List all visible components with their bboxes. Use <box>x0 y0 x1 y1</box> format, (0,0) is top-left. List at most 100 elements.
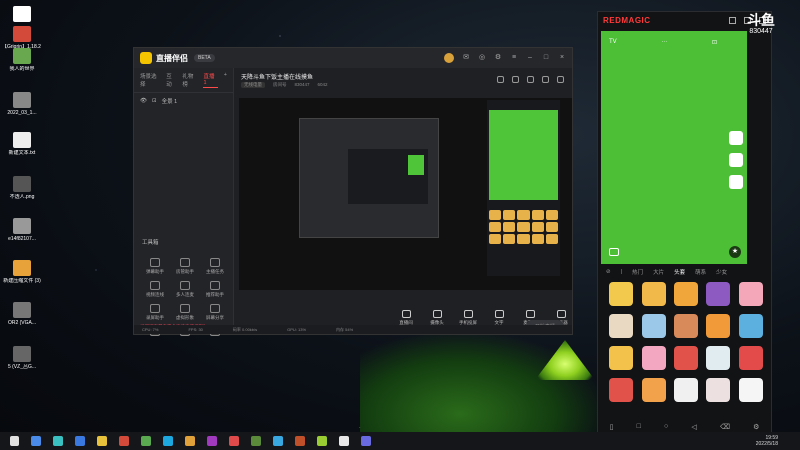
taskbar-app-icon[interactable] <box>361 436 371 446</box>
lock-icon[interactable]: ⊡ <box>152 98 157 104</box>
share-icon[interactable] <box>497 76 504 83</box>
desktop-icon[interactable]: 【Grigrin】1.18.2 整合... <box>2 26 42 50</box>
mail-icon[interactable]: ✉ <box>462 54 470 62</box>
avatar[interactable] <box>444 53 454 63</box>
taskbar-app-icon[interactable] <box>229 436 239 446</box>
timer-icon[interactable] <box>729 175 743 189</box>
settings-icon[interactable]: ⚙ <box>494 54 502 62</box>
taskbar-app-icon[interactable] <box>273 436 283 446</box>
gift-icon[interactable] <box>527 76 534 83</box>
phone-camera-screen[interactable]: TV ··· ⊡ ★ <box>601 31 747 264</box>
settings-icon[interactable]: ⚙ <box>753 423 759 431</box>
sticker-item[interactable] <box>641 378 666 402</box>
beauty-icon[interactable] <box>729 153 743 167</box>
desktop-icon[interactable] <box>2 6 42 24</box>
taskbar-app-icon[interactable] <box>53 436 63 446</box>
eye-icon[interactable]: 👁 <box>140 98 147 104</box>
tool-tasks[interactable]: 主播任务 <box>200 258 230 275</box>
sticker-item[interactable] <box>738 282 763 306</box>
tool-avatar[interactable]: 虚拟形象 <box>170 304 200 321</box>
category-girl[interactable]: 少女 <box>716 268 727 276</box>
gift-icon[interactable]: ◎ <box>478 54 486 62</box>
home-square-icon[interactable]: □ <box>637 423 641 431</box>
favorite-icon[interactable]: ★ <box>729 246 741 258</box>
taskbar-app-icon[interactable] <box>317 436 327 446</box>
home-icon[interactable]: ○ <box>664 423 668 431</box>
room-button[interactable]: 直播间 <box>395 310 417 326</box>
bell-icon[interactable] <box>542 76 549 83</box>
recent-apps-icon[interactable]: ▯ <box>610 423 614 431</box>
sticker-item[interactable] <box>673 346 698 370</box>
stream-preview[interactable] <box>239 98 572 290</box>
tool-multi-mic[interactable]: 多人连麦 <box>170 281 200 298</box>
tool-record[interactable]: 录屏助手 <box>140 304 170 321</box>
sticker-item[interactable] <box>706 378 731 402</box>
tool-screen-share[interactable]: 屏幕分享 <box>200 304 230 321</box>
category-cute[interactable]: 萌系 <box>695 268 706 276</box>
windows-start-icon[interactable] <box>10 436 19 446</box>
category-movie[interactable]: 大片 <box>653 268 664 276</box>
sticker-item[interactable] <box>706 282 731 306</box>
sticker-item[interactable] <box>641 282 666 306</box>
tab-scene-select[interactable]: 场景选择 <box>140 72 160 88</box>
desktop-icon[interactable]: 我人的世界 <box>2 48 42 72</box>
more-icon[interactable]: ··· <box>661 39 667 46</box>
back-icon[interactable]: ◁ <box>691 423 696 431</box>
phone-cast-button[interactable]: 手机投屏 <box>457 310 479 326</box>
menu-icon[interactable]: ≡ <box>510 54 518 62</box>
tv-icon[interactable]: TV <box>609 39 617 46</box>
camera-switch-icon[interactable] <box>609 248 619 256</box>
category-headwear[interactable]: 头套 <box>674 268 685 276</box>
sticker-item[interactable] <box>641 346 666 370</box>
live-title[interactable]: 天降斗鱼下饭主播在线摸鱼 <box>241 72 313 81</box>
tool-recommend[interactable]: 推荐助手 <box>200 281 230 298</box>
taskbar-app-icon[interactable] <box>185 436 195 446</box>
sticker-item[interactable] <box>673 314 698 338</box>
category-hot[interactable]: 热门 <box>632 268 643 276</box>
desktop-icon[interactable]: 新建文本.txt <box>2 132 42 156</box>
taskbar-app-icon[interactable] <box>119 436 129 446</box>
sticker-item[interactable] <box>738 314 763 338</box>
maximize-icon[interactable]: □ <box>542 54 550 62</box>
taskbar-app-icon[interactable] <box>31 436 41 446</box>
sticker-item[interactable] <box>738 378 763 402</box>
taskbar-app-icon[interactable] <box>141 436 151 446</box>
desktop-icon[interactable]: e14f82107... <box>2 218 42 242</box>
taskbar-app-icon[interactable] <box>339 436 349 446</box>
desktop-icon[interactable]: 新建压缩文件 (3) <box>2 260 42 284</box>
taskbar-app-icon[interactable] <box>163 436 173 446</box>
taskbar-app-icon[interactable] <box>97 436 107 446</box>
tab-gifts[interactable]: 礼物榜 <box>182 72 197 88</box>
tab-live-1[interactable]: 直播 1 <box>203 72 218 88</box>
taskbar-app-icon[interactable] <box>75 436 85 446</box>
sticker-item[interactable] <box>673 282 698 306</box>
pin-icon[interactable] <box>729 16 736 24</box>
sticker-item[interactable] <box>706 314 731 338</box>
sticker-item[interactable] <box>738 346 763 370</box>
tab-interact[interactable]: 互动 <box>166 72 176 88</box>
desktop-icon[interactable]: 5 (VZ_吕G... <box>2 346 42 370</box>
taskbar-app-icon[interactable] <box>207 436 217 446</box>
system-clock[interactable]: 19:59 2022/5/18 <box>756 435 778 447</box>
close-icon[interactable]: × <box>558 54 566 62</box>
desktop-icon[interactable]: 2022_03_1... <box>2 92 42 116</box>
no-sticker-icon[interactable]: ⊘ <box>606 269 611 275</box>
tool-danmaku[interactable]: 弹幕助手 <box>140 258 170 275</box>
sticker-item[interactable] <box>641 314 666 338</box>
filter-icon[interactable]: ⊡ <box>712 39 717 46</box>
scene-item[interactable]: 👁 ⊡ 全景 1 <box>134 93 233 109</box>
tool-video-link[interactable]: 视频连线 <box>140 281 170 298</box>
taskbar-app-icon[interactable] <box>295 436 305 446</box>
desktop-icon[interactable]: OR2 (VGA... <box>2 302 42 326</box>
delete-icon[interactable]: ⌫ <box>720 423 730 431</box>
sticker-item[interactable] <box>706 346 731 370</box>
share-link-icon[interactable] <box>557 76 564 83</box>
minimize-icon[interactable]: – <box>526 54 534 62</box>
sticker-item[interactable] <box>609 314 634 338</box>
desktop-icon[interactable]: 不透人.png <box>2 176 42 200</box>
tool-room-admin[interactable]: 房管助手 <box>170 258 200 275</box>
lock-icon[interactable] <box>512 76 519 83</box>
sticker-item[interactable] <box>673 378 698 402</box>
sticker-item[interactable] <box>609 378 634 402</box>
add-tab-icon[interactable]: + <box>224 72 227 88</box>
